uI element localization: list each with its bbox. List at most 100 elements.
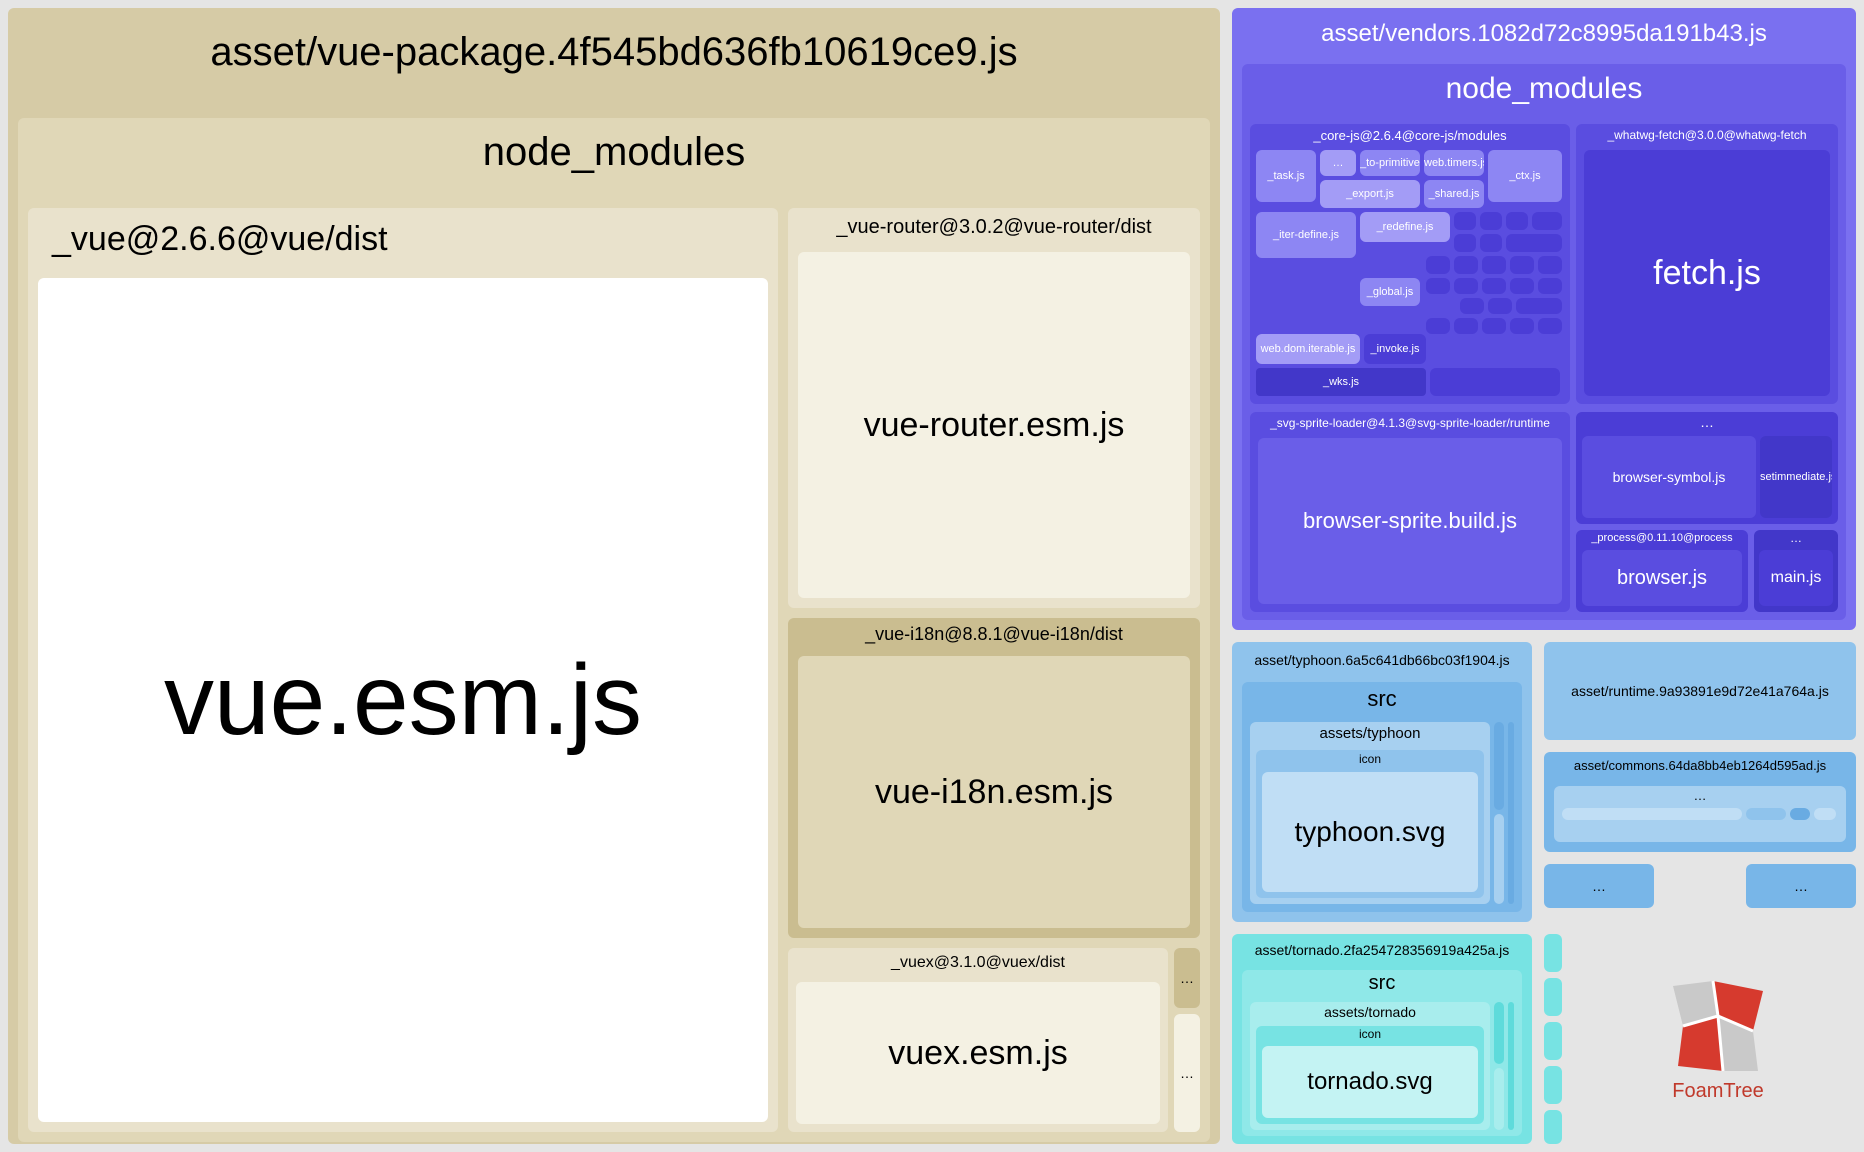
bundle-tornado[interactable]: asset/tornado.2fa254728356919a425a.js sr… xyxy=(1232,934,1532,1144)
file-web-dom-iterable[interactable]: web.dom.iterable.js xyxy=(1256,334,1360,364)
file-task[interactable]: _task.js xyxy=(1256,150,1316,202)
file-tiny[interactable] xyxy=(1510,318,1534,334)
folder-core-js-modules[interactable]: _core-js@2.6.4@core-js/modules _task.js … xyxy=(1250,124,1570,404)
file-tiny[interactable] xyxy=(1814,808,1836,820)
folder-anonymous[interactable]: … browser-symbol.js setimmediate.js xyxy=(1576,412,1838,524)
file-web-timers[interactable]: web.timers.js xyxy=(1424,150,1484,176)
file-tiny[interactable] xyxy=(1482,256,1506,274)
folder-vuex-dist[interactable]: _vuex@3.1.0@vuex/dist vuex.esm.js xyxy=(788,948,1168,1132)
folder-icon[interactable]: icon tornado.svg xyxy=(1256,1026,1484,1124)
folder-anonymous-main[interactable]: … main.js xyxy=(1754,530,1838,612)
folder-vue-dist[interactable]: _vue@2.6.6@vue/dist vue.esm.js xyxy=(28,208,778,1132)
file-tiny[interactable] xyxy=(1454,318,1478,334)
file-tiny[interactable] xyxy=(1488,298,1512,314)
folder-assets-typhoon[interactable]: assets/typhoon icon typhoon.svg xyxy=(1250,722,1490,904)
file-tiny[interactable] xyxy=(1508,722,1514,904)
file-tiny[interactable] xyxy=(1460,298,1484,314)
file-tiny[interactable] xyxy=(1454,278,1478,294)
bundle-runtime[interactable]: asset/runtime.9a93891e9d72e41a764a.js xyxy=(1544,642,1856,740)
file-global[interactable]: _global.js xyxy=(1360,278,1420,306)
bundle-tiny[interactable] xyxy=(1544,1110,1562,1144)
file-label: _wks.js xyxy=(1256,376,1426,388)
file-tiny[interactable] xyxy=(1510,278,1534,294)
file-tiny[interactable] xyxy=(1538,278,1562,294)
folder-src[interactable]: src assets/tornado icon tornado.svg xyxy=(1242,970,1522,1136)
file-vue-esm[interactable]: vue.esm.js xyxy=(38,278,768,1122)
folder-vue-router-dist[interactable]: _vue-router@3.0.2@vue-router/dist vue-ro… xyxy=(788,208,1200,608)
overflow-item[interactable]: … xyxy=(1320,150,1356,176)
file-tiny[interactable] xyxy=(1454,234,1476,252)
file-to-primitive[interactable]: _to-primitive.js xyxy=(1360,150,1420,176)
file-setimmediate[interactable]: setimmediate.js xyxy=(1760,436,1832,518)
overflow-item[interactable]: … xyxy=(1174,1014,1200,1132)
file-tiny[interactable] xyxy=(1426,278,1450,294)
file-browser-sprite-build[interactable]: browser-sprite.build.js xyxy=(1258,438,1562,604)
file-tiny[interactable] xyxy=(1562,824,1702,834)
file-tiny[interactable] xyxy=(1538,318,1562,334)
file-tiny[interactable] xyxy=(1482,278,1506,294)
file-tiny-row[interactable] xyxy=(1430,368,1560,396)
file-vuex-esm[interactable]: vuex.esm.js xyxy=(796,982,1160,1124)
bundle-vendors[interactable]: asset/vendors.1082d72c8995da191b43.js no… xyxy=(1232,8,1856,630)
file-tiny[interactable] xyxy=(1454,212,1476,230)
file-tiny[interactable] xyxy=(1506,212,1528,230)
folder-src[interactable]: src assets/typhoon icon typhoon.svg xyxy=(1242,682,1522,912)
bundle-small[interactable]: … xyxy=(1746,864,1856,908)
folder-title: node_modules xyxy=(18,118,1210,187)
file-main[interactable]: main.js xyxy=(1759,550,1833,606)
file-browser[interactable]: browser.js xyxy=(1582,550,1742,606)
bundle-tiny[interactable] xyxy=(1544,1022,1562,1060)
file-tornado-svg[interactable]: tornado.svg xyxy=(1262,1046,1478,1118)
file-tiny[interactable] xyxy=(1508,1002,1514,1130)
folder-assets-tornado[interactable]: assets/tornado icon tornado.svg xyxy=(1250,1002,1490,1130)
file-vue-i18n-esm[interactable]: vue-i18n.esm.js xyxy=(798,656,1190,928)
file-tiny[interactable] xyxy=(1494,722,1504,810)
file-tiny[interactable] xyxy=(1562,808,1742,820)
file-tiny[interactable] xyxy=(1454,256,1478,274)
file-wks[interactable]: _wks.js xyxy=(1256,368,1426,396)
file-tiny[interactable] xyxy=(1516,298,1562,314)
folder-anon[interactable]: … xyxy=(1554,786,1846,842)
file-invoke[interactable]: _invoke.js xyxy=(1364,334,1426,364)
file-shared[interactable]: _shared.js xyxy=(1424,180,1484,208)
bundle-commons[interactable]: asset/commons.64da8bb4eb1264d595ad.js … xyxy=(1544,752,1856,852)
file-tiny[interactable] xyxy=(1480,234,1502,252)
file-tiny[interactable] xyxy=(1510,256,1534,274)
file-tiny[interactable] xyxy=(1426,318,1450,334)
bundle-typhoon[interactable]: asset/typhoon.6a5c641db66bc03f1904.js sr… xyxy=(1232,642,1532,922)
bundle-tiny[interactable] xyxy=(1544,1066,1562,1104)
file-tiny[interactable] xyxy=(1482,318,1506,334)
file-typhoon-svg[interactable]: typhoon.svg xyxy=(1262,772,1478,892)
file-tiny[interactable] xyxy=(1790,808,1810,820)
foamtree-logo[interactable]: FoamTree xyxy=(1580,934,1856,1144)
file-tiny[interactable] xyxy=(1746,808,1786,820)
file-ctx[interactable]: _ctx.js xyxy=(1488,150,1562,202)
file-iter-define[interactable]: _iter-define.js xyxy=(1256,212,1356,258)
overflow-item[interactable]: … xyxy=(1174,948,1200,1008)
file-export[interactable]: _export.js xyxy=(1320,180,1420,208)
file-tiny[interactable] xyxy=(1506,234,1562,252)
folder-title: src xyxy=(1242,970,1522,997)
folder-vue-i18n-dist[interactable]: _vue-i18n@8.8.1@vue-i18n/dist vue-i18n.e… xyxy=(788,618,1200,938)
bundle-tiny[interactable] xyxy=(1544,934,1562,972)
folder-icon[interactable]: icon typhoon.svg xyxy=(1256,750,1484,898)
folder-svg-sprite-loader[interactable]: _svg-sprite-loader@4.1.3@svg-sprite-load… xyxy=(1250,412,1570,612)
file-tiny[interactable] xyxy=(1538,256,1562,274)
bundle-vue-package[interactable]: asset/vue-package.4f545bd636fb10619ce9.j… xyxy=(8,8,1220,1144)
folder-process[interactable]: _process@0.11.10@process browser.js xyxy=(1576,530,1748,612)
folder-node-modules[interactable]: node_modules _core-js@2.6.4@core-js/modu… xyxy=(1242,64,1846,620)
file-tiny[interactable] xyxy=(1494,1002,1504,1064)
file-tiny[interactable] xyxy=(1426,256,1450,274)
file-redefine[interactable]: _redefine.js xyxy=(1360,212,1450,242)
file-tiny[interactable] xyxy=(1532,212,1562,230)
folder-node-modules[interactable]: node_modules _vue@2.6.6@vue/dist vue.esm… xyxy=(18,118,1210,1142)
file-tiny[interactable] xyxy=(1494,814,1504,904)
file-tiny[interactable] xyxy=(1494,1068,1504,1130)
bundle-small[interactable]: … xyxy=(1544,864,1654,908)
bundle-tiny[interactable] xyxy=(1544,978,1562,1016)
file-fetch[interactable]: fetch.js xyxy=(1584,150,1830,396)
folder-whatwg-fetch[interactable]: _whatwg-fetch@3.0.0@whatwg-fetch fetch.j… xyxy=(1576,124,1838,404)
file-browser-symbol[interactable]: browser-symbol.js xyxy=(1582,436,1756,518)
file-tiny[interactable] xyxy=(1480,212,1502,230)
file-vue-router-esm[interactable]: vue-router.esm.js xyxy=(798,252,1190,598)
